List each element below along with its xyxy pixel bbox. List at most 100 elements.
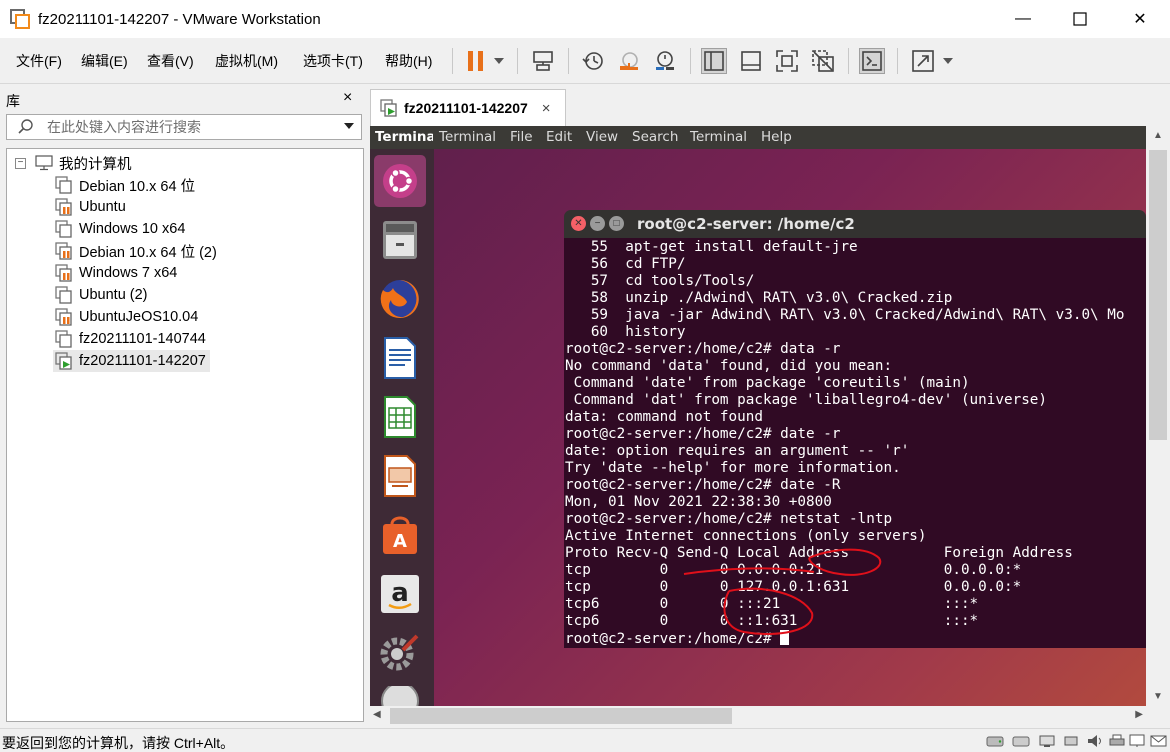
amazon-icon[interactable]: a	[374, 568, 426, 620]
tree-item-label: UbuntuJeOS10.04	[79, 309, 199, 325]
menu-vm[interactable]: 虚拟机(M)	[215, 51, 278, 71]
terminal-body[interactable]: 55 apt-get install default-jre 56 cd FTP…	[564, 238, 1146, 648]
full-screen-button[interactable]	[774, 48, 800, 74]
show-library-button[interactable]	[701, 48, 727, 74]
tree-item-vm[interactable]: Debian 10.x 64 位 (2)	[55, 240, 217, 262]
close-button[interactable]: ✕	[1112, 0, 1168, 38]
unity-button[interactable]	[810, 48, 836, 74]
vertical-scroll-thumb[interactable]	[1149, 150, 1167, 440]
guest-menu-search[interactable]: Search	[632, 129, 678, 145]
terminal-maximize-button[interactable]: □	[609, 216, 624, 231]
scroll-right-icon[interactable]: ▶	[1135, 709, 1143, 720]
cd-rom-icon[interactable]	[1012, 734, 1030, 748]
libreoffice-calc-icon[interactable]	[374, 391, 426, 443]
toolbar-separator	[897, 48, 898, 74]
guest-top-panel: Terminal Terminal File Edit View Search …	[370, 126, 1146, 149]
menu-view[interactable]: 查看(V)	[147, 51, 194, 71]
collapse-icon[interactable]: −	[15, 158, 26, 169]
revert-snapshot-icon	[620, 52, 638, 70]
guest-menu-terminal-2[interactable]: Terminal	[690, 129, 747, 145]
guest-app-name: Terminal	[375, 129, 433, 145]
tree-item-vm[interactable]: Windows 10 x64	[55, 218, 185, 240]
computer-icon	[35, 155, 53, 171]
library-search[interactable]	[6, 114, 362, 140]
annotation-underline-local-address	[683, 567, 815, 575]
toolbar-separator	[690, 48, 691, 74]
vm-icon	[55, 286, 72, 304]
search-input[interactable]	[47, 117, 337, 137]
stretch-guest-button[interactable]	[910, 48, 936, 74]
thumbnail-bar-button[interactable]	[738, 48, 764, 74]
console-view-button[interactable]	[859, 48, 885, 74]
guest-menu-help[interactable]: Help	[761, 129, 792, 145]
hard-disk-icon[interactable]	[986, 734, 1004, 748]
pause-button[interactable]	[463, 48, 489, 74]
tab-close-button[interactable]: ×	[542, 100, 551, 117]
annotation-marks	[683, 548, 882, 635]
power-dropdown[interactable]	[488, 48, 510, 74]
tree-root-my-computer[interactable]: − 我的计算机	[7, 152, 307, 174]
message-icon[interactable]	[1150, 734, 1168, 748]
sound-icon[interactable]	[1086, 734, 1104, 748]
vm-suspended-icon	[55, 308, 72, 326]
vm-suspended-icon	[55, 264, 72, 282]
tree-item-label: Windows 7 x64	[79, 265, 178, 281]
firefox-icon[interactable]	[374, 273, 426, 325]
printer-icon[interactable]	[1108, 734, 1126, 748]
tree-item-vm-selected[interactable]: fz20211101-142207	[53, 350, 210, 372]
full-screen-icon	[776, 50, 798, 72]
tree-item-vm[interactable]: Ubuntu (2)	[55, 284, 148, 306]
revert-snapshot-button[interactable]	[616, 48, 642, 74]
guest-menu-edit[interactable]: Edit	[546, 129, 572, 145]
tree-item-vm[interactable]: Debian 10.x 64 位	[55, 174, 195, 196]
software-updater-icon[interactable]	[374, 686, 426, 706]
scroll-down-icon[interactable]: ▼	[1153, 691, 1163, 702]
guest-menu-view[interactable]: View	[586, 129, 618, 145]
vertical-scrollbar[interactable]: ▲ ▼	[1146, 126, 1170, 706]
terminal-close-button[interactable]: ✕	[571, 216, 586, 231]
tree-item-vm[interactable]: Ubuntu	[55, 196, 126, 218]
tree-item-vm[interactable]: Windows 7 x64	[55, 262, 177, 284]
file-manager-icon[interactable]	[374, 214, 426, 266]
terminal-title: root@c2-server: /home/c2	[637, 215, 855, 233]
snapshot-manager-button[interactable]	[652, 48, 678, 74]
terminal-minimize-button[interactable]: −	[590, 216, 605, 231]
horizontal-scrollbar[interactable]: ◀ ▶	[370, 706, 1146, 726]
guest-menu-terminal[interactable]: Terminal	[439, 129, 496, 145]
show-library-icon	[704, 51, 724, 71]
network-icon[interactable]	[1038, 734, 1056, 748]
maximize-button[interactable]	[1052, 0, 1108, 38]
scroll-left-icon[interactable]: ◀	[373, 709, 381, 720]
chevron-down-icon[interactable]	[343, 120, 355, 132]
library-tree: − 我的计算机 Debian 10.x 64 位 Ubuntu Windows …	[6, 148, 364, 722]
vm-console[interactable]: Terminal Terminal File Edit View Search …	[370, 126, 1146, 706]
horizontal-scroll-thumb[interactable]	[390, 708, 732, 724]
stretch-dropdown[interactable]	[937, 48, 959, 74]
guest-menu-file[interactable]: File	[510, 129, 533, 145]
menu-file[interactable]: 文件(F)	[16, 51, 62, 71]
tab-vm[interactable]: fz20211101-142207 ×	[370, 89, 566, 126]
ubuntu-logo-icon[interactable]	[374, 155, 426, 207]
library-close-button[interactable]: ×	[343, 89, 352, 107]
close-icon: ✕	[1133, 11, 1147, 28]
svg-text:a: a	[391, 578, 409, 608]
tree-item-vm[interactable]: fz20211101-140744	[55, 328, 206, 350]
libreoffice-impress-icon[interactable]	[374, 450, 426, 502]
menu-help[interactable]: 帮助(H)	[385, 51, 432, 71]
send-ctrl-alt-del-button[interactable]	[530, 48, 556, 74]
menu-edit[interactable]: 编辑(E)	[81, 51, 128, 71]
minimize-button[interactable]: —	[995, 0, 1051, 38]
terminal-titlebar[interactable]: ✕ − □ root@c2-server: /home/c2	[564, 210, 1146, 238]
scroll-up-icon[interactable]: ▲	[1153, 130, 1163, 141]
usb-icon[interactable]	[1062, 734, 1080, 748]
search-icon	[18, 119, 33, 134]
terminal-window[interactable]: ✕ − □ root@c2-server: /home/c2 55 apt-ge…	[564, 210, 1146, 648]
take-snapshot-button[interactable]	[580, 48, 606, 74]
display-icon[interactable]	[1128, 734, 1146, 748]
vm-running-icon	[55, 352, 72, 370]
libreoffice-writer-icon[interactable]	[374, 332, 426, 384]
system-settings-icon[interactable]	[374, 627, 426, 679]
software-center-icon[interactable]: A	[374, 509, 426, 561]
menu-tabs[interactable]: 选项卡(T)	[303, 51, 363, 71]
tree-item-vm[interactable]: UbuntuJeOS10.04	[55, 306, 198, 328]
